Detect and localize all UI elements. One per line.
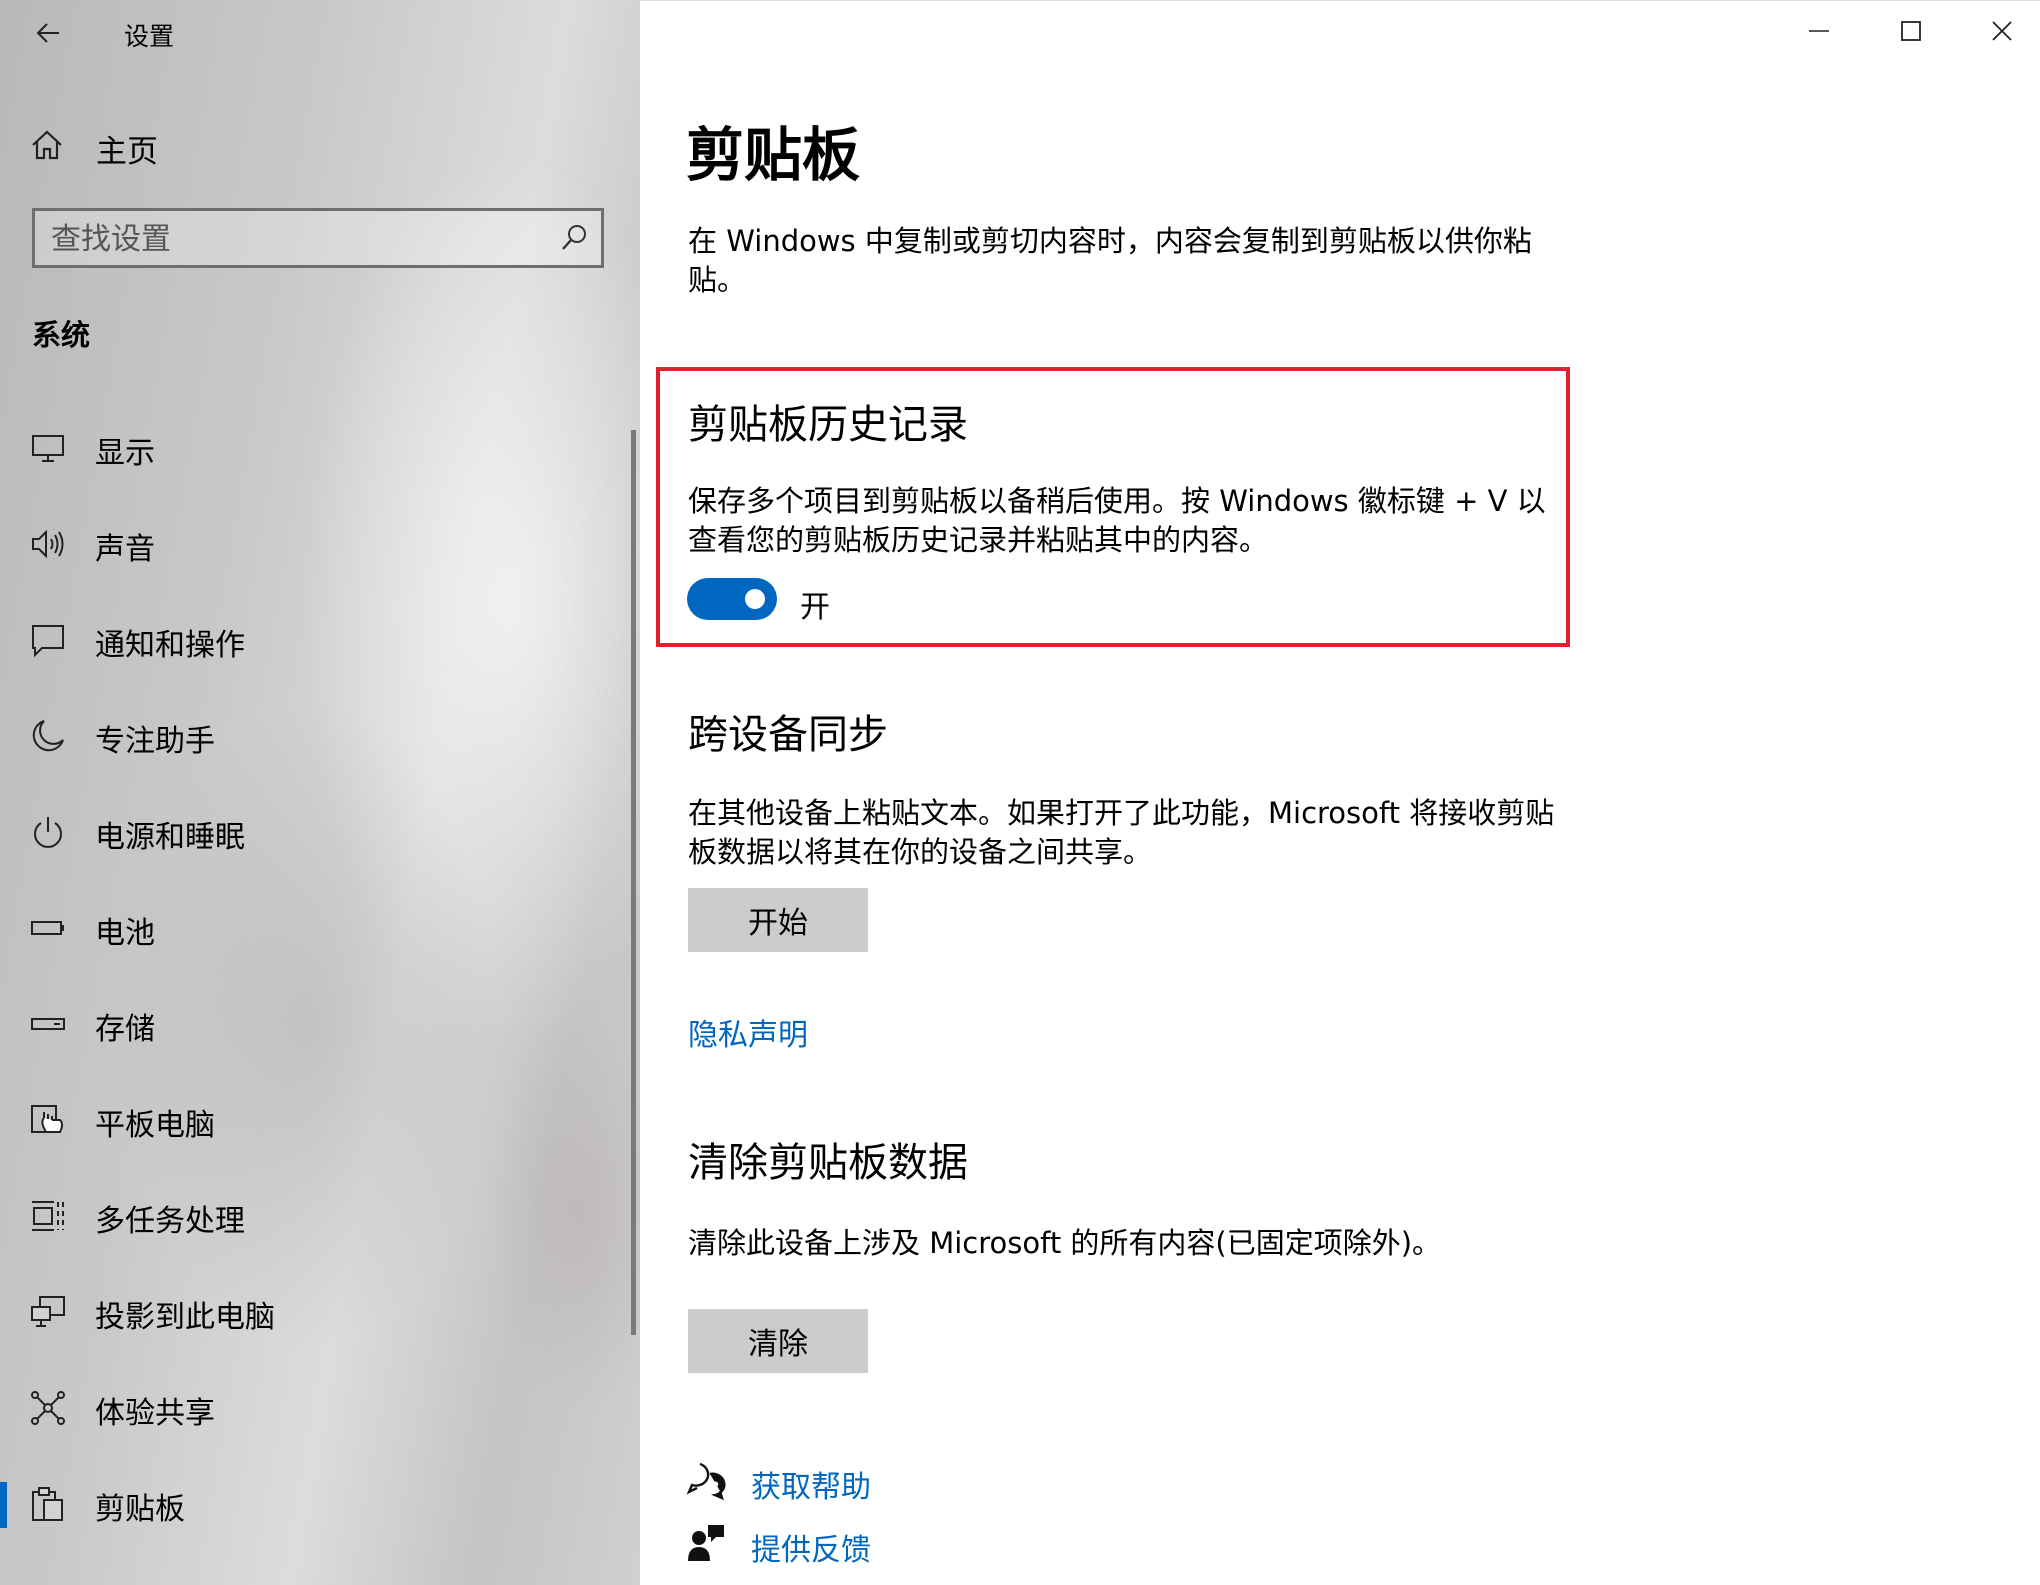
section-title: 系统 — [32, 318, 91, 352]
toggle-state-label: 开 — [800, 590, 830, 625]
home-icon — [32, 130, 62, 160]
feedback-icon — [688, 1525, 724, 1561]
maximize-icon — [1901, 21, 1921, 41]
svg-text:?: ? — [711, 1480, 719, 1496]
sidebar-item-label: 电池 — [95, 916, 155, 951]
app-title: 设置 — [124, 22, 175, 51]
sidebar-item-label: 平板电脑 — [95, 1108, 215, 1143]
sync-heading: 跨设备同步 — [688, 712, 888, 758]
sidebar-item-clipboard[interactable]: 剪贴板 — [0, 1464, 632, 1544]
sidebar-item-focus-assist[interactable]: 专注助手 — [0, 696, 632, 776]
clipboard-icon — [32, 1487, 63, 1521]
sidebar-item-shared-experiences[interactable]: 体验共享 — [0, 1368, 632, 1448]
clipboard-history-toggle[interactable] — [687, 578, 777, 620]
storage-icon — [31, 1018, 65, 1030]
minimize-icon — [1809, 30, 1829, 32]
window-top-border — [640, 0, 2040, 1]
history-description: 保存多个项目到剪贴板以备稍后使用。按 Windows 徽标键 + V 以查看您的… — [688, 484, 1546, 557]
search-input[interactable] — [49, 219, 533, 259]
clear-button[interactable]: 清除 — [688, 1309, 868, 1373]
power-icon — [34, 817, 62, 848]
search-box[interactable] — [32, 208, 604, 268]
battery-icon — [31, 921, 64, 935]
sidebar-item-label: 专注助手 — [95, 724, 215, 759]
multitask-icon — [32, 1201, 64, 1231]
sidebar-item-label: 体验共享 — [95, 1396, 215, 1431]
back-arrow-icon — [36, 23, 59, 43]
sidebar-item-label: 电源和睡眠 — [95, 820, 245, 855]
history-heading: 剪贴板历史记录 — [688, 402, 968, 448]
feedback-link[interactable]: 提供反馈 — [751, 1525, 871, 1569]
sidebar: 设置 主页 系统 显示 声音 通知和操作 — [0, 0, 640, 1585]
privacy-statement-link[interactable]: 隐私声明 — [688, 1010, 808, 1054]
sidebar-scrollbar[interactable] — [631, 430, 636, 1335]
close-icon — [1992, 21, 2012, 41]
sync-description: 在其他设备上粘贴文本。如果打开了此功能，Microsoft 将接收剪贴板数据以将… — [688, 796, 1555, 869]
maximize-button[interactable] — [1871, 6, 1951, 56]
sidebar-item-multitasking[interactable]: 多任务处理 — [0, 1176, 632, 1256]
title-bar: 设置 — [0, 0, 640, 66]
clear-description: 清除此设备上涉及 Microsoft 的所有内容(已固定项除外)。 — [688, 1226, 1442, 1260]
sidebar-item-tablet[interactable]: 平板电脑 — [0, 1080, 632, 1160]
speaker-icon — [32, 529, 64, 559]
clear-heading: 清除剪贴板数据 — [688, 1140, 968, 1186]
sidebar-item-label: 多任务处理 — [95, 1204, 245, 1239]
sync-start-button[interactable]: 开始 — [688, 888, 868, 952]
home-label: 主页 — [96, 134, 158, 170]
sidebar-item-label: 剪贴板 — [95, 1492, 185, 1527]
sidebar-item-label: 通知和操作 — [95, 628, 245, 663]
tablet-icon — [31, 1105, 63, 1133]
sidebar-item-notifications[interactable]: 通知和操作 — [0, 600, 632, 680]
sidebar-item-label: 显示 — [95, 436, 155, 471]
sidebar-item-sound[interactable]: 声音 — [0, 504, 632, 584]
moon-icon — [32, 720, 64, 752]
monitor-icon — [32, 435, 64, 462]
minimize-button[interactable] — [1779, 6, 1859, 56]
message-icon — [32, 625, 64, 658]
sidebar-item-power-sleep[interactable]: 电源和睡眠 — [0, 792, 632, 872]
intro-text: 在 Windows 中复制或剪切内容时，内容会复制到剪贴板以供你粘贴。 — [688, 224, 1532, 297]
search-icon[interactable] — [559, 223, 589, 253]
get-help-icon: ? — [686, 1462, 726, 1501]
back-button[interactable] — [22, 10, 74, 56]
sidebar-item-label: 投影到此电脑 — [95, 1300, 275, 1335]
sidebar-item-battery[interactable]: 电池 — [0, 888, 632, 968]
home-nav-item[interactable]: 主页 — [0, 118, 640, 174]
get-help-link[interactable]: 获取帮助 — [751, 1462, 871, 1506]
sidebar-item-project-to-pc[interactable]: 投影到此电脑 — [0, 1272, 632, 1352]
sidebar-item-label: 声音 — [95, 532, 155, 567]
project-icon — [31, 1296, 65, 1327]
close-button[interactable] — [1962, 6, 2040, 56]
sidebar-item-storage[interactable]: 存储 — [0, 984, 632, 1064]
toggle-knob — [745, 589, 765, 609]
sidebar-item-display[interactable]: 显示 — [0, 408, 632, 488]
sidebar-item-label: 存储 — [95, 1012, 155, 1047]
share-icon — [31, 1391, 65, 1425]
page-title: 剪贴板 — [686, 121, 861, 189]
